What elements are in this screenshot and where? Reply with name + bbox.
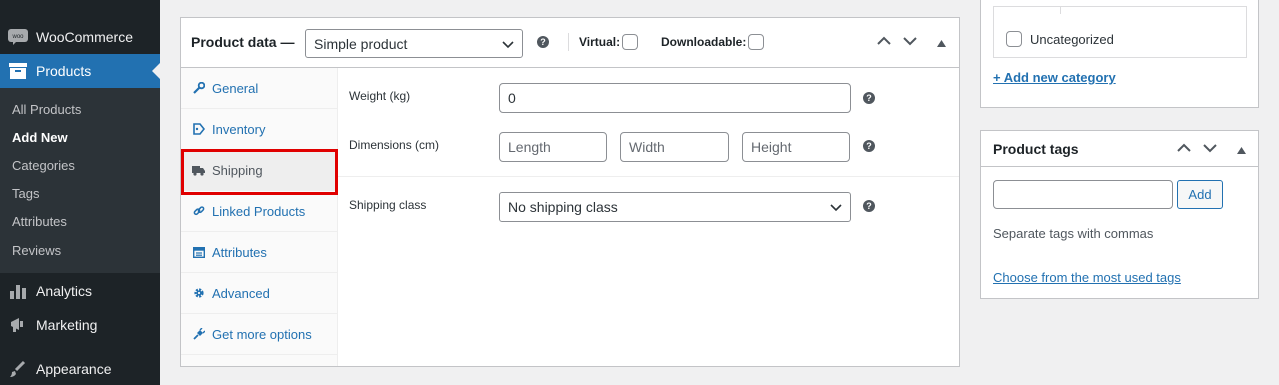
- category-checkbox[interactable]: [1006, 31, 1022, 47]
- tab-inventory-label: Inventory: [212, 121, 266, 137]
- new-tag-input[interactable]: [993, 180, 1173, 209]
- menu-analytics[interactable]: Analytics: [0, 276, 160, 306]
- product-type-value: Simple product: [314, 35, 408, 52]
- add-tag-button[interactable]: Add: [1177, 180, 1223, 209]
- current-menu-arrow: [152, 63, 160, 79]
- category-tabs-edge: [1060, 6, 1061, 14]
- chevron-down-icon[interactable]: [903, 36, 917, 49]
- menu-appearance-label: Appearance: [36, 361, 112, 377]
- chevron-down-icon[interactable]: [1203, 143, 1217, 156]
- submenu-add-new[interactable]: Add New: [12, 130, 68, 145]
- product-data-title: Product data —: [191, 34, 295, 50]
- admin-sidebar: woo WooCommerce Products All Products Ad…: [0, 0, 160, 385]
- most-used-tags-link[interactable]: Choose from the most used tags: [993, 270, 1181, 285]
- tab-get-more-options-label: Get more options: [212, 326, 312, 342]
- dimensions-label: Dimensions (cm): [349, 138, 440, 152]
- product-tags-header: Product tags: [981, 131, 1258, 167]
- woocommerce-icon: woo: [0, 29, 36, 45]
- virtual-label: Virtual:: [579, 35, 621, 49]
- downloadable-label: Downloadable:: [661, 35, 747, 49]
- dimensions-help-icon[interactable]: ?: [863, 140, 875, 152]
- svg-text:woo: woo: [11, 34, 24, 40]
- width-placeholder: Width: [629, 139, 665, 155]
- bar-chart-icon: [0, 283, 36, 299]
- collapse-toggle-icon[interactable]: [1237, 145, 1246, 157]
- plug-icon: [181, 328, 212, 340]
- height-input[interactable]: Height: [742, 132, 850, 162]
- width-input[interactable]: Width: [620, 132, 729, 162]
- add-new-category-link[interactable]: + Add new category: [993, 70, 1116, 85]
- archive-icon: [0, 63, 36, 79]
- shipping-class-select[interactable]: No shipping class: [499, 192, 851, 222]
- height-placeholder: Height: [751, 139, 792, 155]
- submenu-tags[interactable]: Tags: [12, 186, 39, 201]
- menu-appearance[interactable]: Appearance: [0, 354, 160, 384]
- tab-general-label: General: [212, 80, 259, 96]
- tab-attributes-label: Attributes: [212, 244, 267, 260]
- product-type-select[interactable]: Simple product: [305, 29, 523, 58]
- megaphone-icon: [0, 316, 36, 334]
- tab-inventory[interactable]: Inventory: [181, 109, 337, 150]
- menu-products[interactable]: Products: [0, 54, 160, 88]
- product-data-header: Product data — Simple product ? Virtual:…: [181, 18, 959, 68]
- submenu-attributes[interactable]: Attributes: [12, 214, 67, 229]
- virtual-checkbox[interactable]: [622, 34, 639, 50]
- category-uncategorized[interactable]: Uncategorized: [1006, 31, 1114, 47]
- tab-general[interactable]: General: [181, 68, 337, 109]
- tag-icon: [181, 123, 212, 135]
- link-icon: [181, 205, 212, 217]
- chevron-up-icon[interactable]: [877, 36, 891, 49]
- wrench-icon: [181, 82, 212, 94]
- header-divider: [568, 33, 569, 51]
- tab-linked-products-label: Linked Products: [212, 203, 306, 219]
- submenu-reviews[interactable]: Reviews: [12, 243, 61, 258]
- category-uncategorized-label: Uncategorized: [1030, 31, 1114, 47]
- menu-woocommerce-label: WooCommerce: [36, 29, 133, 45]
- shipping-class-label: Shipping class: [349, 198, 427, 212]
- product-tags-box: Product tags Add Separate tags with comm…: [980, 130, 1259, 299]
- length-placeholder: Length: [508, 139, 551, 155]
- virtual-option[interactable]: Virtual:: [579, 34, 639, 50]
- shipping-class-help-icon[interactable]: ?: [863, 200, 875, 212]
- length-input[interactable]: Length: [499, 132, 607, 162]
- help-icon[interactable]: ?: [537, 36, 549, 48]
- category-checklist: Uncategorized: [993, 6, 1247, 58]
- weight-input[interactable]: 0: [499, 83, 851, 113]
- tab-get-more-options[interactable]: Get more options: [181, 314, 337, 355]
- gear-icon: [181, 287, 212, 299]
- downloadable-option[interactable]: Downloadable:: [661, 34, 765, 50]
- weight-help-icon[interactable]: ?: [863, 92, 875, 104]
- shipping-panel: Weight (kg) 0 ? Dimensions (cm) Length W…: [338, 68, 959, 366]
- list-table-icon: [181, 246, 212, 258]
- submenu-categories[interactable]: Categories: [12, 158, 75, 173]
- weight-label: Weight (kg): [349, 89, 411, 103]
- product-tags-title: Product tags: [993, 141, 1079, 157]
- chevron-down-icon: [502, 36, 514, 52]
- products-submenu: All Products Add New Categories Tags Att…: [0, 88, 160, 273]
- tab-advanced-label: Advanced: [212, 285, 270, 301]
- chevron-up-icon[interactable]: [1177, 143, 1191, 156]
- tag-hint: Separate tags with commas: [993, 226, 1154, 241]
- paintbrush-icon: [0, 360, 36, 378]
- menu-marketing[interactable]: Marketing: [0, 310, 160, 340]
- chevron-down-icon: [830, 199, 842, 215]
- tab-attributes[interactable]: Attributes: [181, 232, 337, 273]
- menu-products-label: Products: [36, 63, 92, 79]
- tab-advanced[interactable]: Advanced: [181, 273, 337, 314]
- shipping-class-value: No shipping class: [508, 199, 618, 215]
- downloadable-checkbox[interactable]: [748, 34, 765, 50]
- shipping-tab-highlight: [181, 149, 338, 195]
- product-data-tabs: General Inventory Shipping Linked Produc…: [181, 68, 338, 366]
- submenu-all-products[interactable]: All Products: [12, 102, 81, 117]
- product-categories-box: Uncategorized + Add new category: [980, 0, 1259, 108]
- collapse-toggle-icon[interactable]: [937, 38, 946, 50]
- tab-linked-products[interactable]: Linked Products: [181, 191, 337, 232]
- product-data-box: Product data — Simple product ? Virtual:…: [180, 17, 960, 367]
- menu-analytics-label: Analytics: [36, 283, 93, 299]
- panel-divider: [338, 176, 959, 177]
- menu-woocommerce[interactable]: woo WooCommerce: [0, 22, 160, 52]
- weight-value: 0: [508, 90, 516, 106]
- menu-marketing-label: Marketing: [36, 317, 98, 333]
